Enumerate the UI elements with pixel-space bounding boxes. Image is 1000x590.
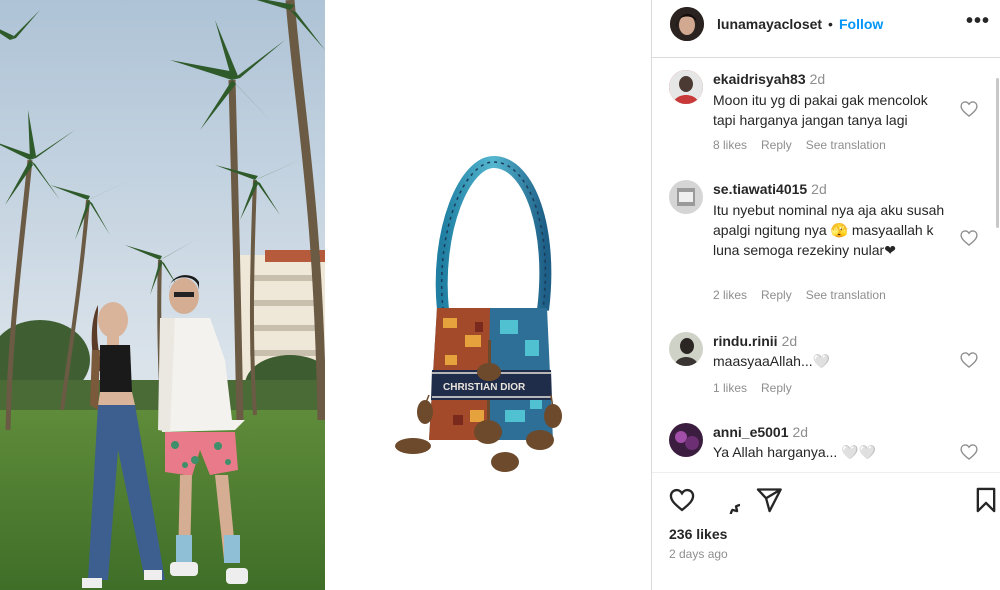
- comment-avatar[interactable]: [669, 332, 703, 366]
- like-comment-heart-icon[interactable]: [959, 442, 979, 462]
- comment-avatar[interactable]: [669, 423, 703, 457]
- actions-divider: [652, 472, 1000, 473]
- comment-likes[interactable]: 8 likes: [713, 138, 747, 152]
- comment-item: se.tiawati4015 2d Itu nyebut nominal nya …: [652, 178, 1000, 318]
- comment-avatar[interactable]: [669, 70, 703, 104]
- comment-meta: 8 likes Reply See translation: [713, 138, 900, 152]
- comment-text: maasyaaAllah...🤍: [713, 353, 831, 369]
- save-bookmark-icon[interactable]: [972, 486, 1000, 514]
- like-comment-heart-icon[interactable]: [959, 350, 979, 370]
- like-comment-heart-icon[interactable]: [959, 99, 979, 119]
- dior-bucket-bag-image: CHRISTIAN DIOR: [395, 156, 562, 472]
- comment-username[interactable]: rindu.rinii 2d: [713, 333, 797, 349]
- bag-brand-text: CHRISTIAN DIOR: [443, 382, 526, 393]
- comment-item: rindu.rinii 2d maasyaaAllah...🤍 1 likes Re…: [652, 330, 1000, 400]
- comment-likes[interactable]: 2 likes: [713, 288, 747, 302]
- comment-meta: 1 likes Reply: [713, 381, 806, 395]
- post-likes-count[interactable]: 236 likes: [669, 526, 727, 542]
- comment-text: Itu nyebut nominal nya aja aku susah apa…: [713, 202, 945, 258]
- follow-button[interactable]: Follow: [839, 16, 883, 32]
- comment-item: anni_e5001 2d Ya Allah harganya... 🤍🤍: [652, 422, 1000, 472]
- see-translation-button[interactable]: See translation: [806, 138, 886, 152]
- post-photo: [0, 0, 325, 590]
- reply-button[interactable]: Reply: [761, 288, 792, 302]
- comment-time: 2d: [811, 181, 827, 197]
- share-icon[interactable]: [755, 486, 783, 514]
- comment-meta: 2 likes Reply See translation: [713, 288, 900, 302]
- see-translation-button[interactable]: See translation: [806, 288, 886, 302]
- post-time: 2 days ago: [669, 547, 728, 561]
- comment-time: 2d: [792, 424, 809, 440]
- like-comment-heart-icon[interactable]: [959, 228, 979, 248]
- comment-item: ekaidrisyah83 2d Moon itu yg di pakai gak…: [652, 68, 1000, 158]
- comment-icon[interactable]: [712, 486, 740, 514]
- comment-likes[interactable]: 1 likes: [713, 381, 747, 395]
- post-header: lunamayacloset • Follow •••: [652, 0, 1000, 58]
- comments-scrollbar[interactable]: [996, 78, 999, 228]
- comment-text: Moon itu yg di pakai gak mencolok tapi h…: [713, 92, 928, 128]
- resort-couple-image: [0, 0, 325, 590]
- comment-text: Ya Allah harganya... 🤍🤍: [713, 444, 877, 460]
- comment-avatar[interactable]: [669, 180, 703, 214]
- comments-list[interactable]: ekaidrisyah83 2d Moon itu yg di pakai gak…: [652, 58, 1000, 472]
- comment-username[interactable]: anni_e5001 2d: [713, 424, 808, 440]
- author-username[interactable]: lunamayacloset: [717, 16, 822, 32]
- more-options-icon[interactable]: •••: [966, 10, 990, 33]
- bag-product-image: CHRISTIAN DIOR: [325, 0, 651, 590]
- comment-time: 2d: [809, 71, 826, 87]
- post-side-panel: lunamayacloset • Follow ••• ekaidrisyah8…: [652, 0, 1000, 590]
- instagram-post-view: CHRISTIAN DIOR lunamayacloset • Follow •…: [0, 0, 1000, 590]
- comment-username[interactable]: ekaidrisyah83 2d: [713, 71, 825, 87]
- reply-button[interactable]: Reply: [761, 381, 792, 395]
- comment-username[interactable]: se.tiawati4015 2d: [713, 181, 827, 197]
- comment-time: 2d: [781, 333, 798, 349]
- like-heart-icon[interactable]: [668, 486, 696, 514]
- reply-button[interactable]: Reply: [761, 138, 792, 152]
- author-avatar[interactable]: [670, 7, 704, 41]
- header-separator: •: [828, 16, 833, 32]
